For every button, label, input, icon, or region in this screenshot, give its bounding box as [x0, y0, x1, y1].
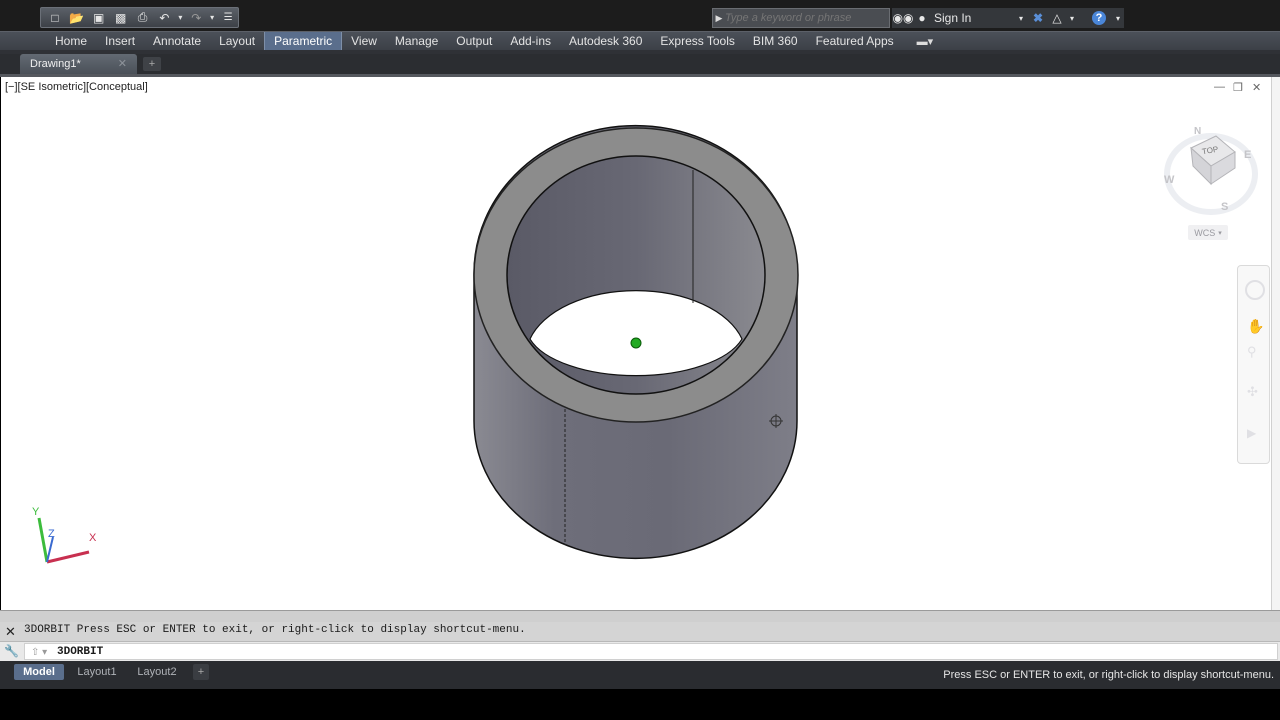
command-line: 🔧 ⇧ ▾ 3DORBIT — [0, 641, 1280, 661]
binoculars-icon[interactable]: ◉◉ — [892, 8, 914, 28]
wcs-menu[interactable]: WCS ▾ — [1188, 225, 1228, 240]
tab-model[interactable]: Model — [14, 664, 64, 680]
file-tab-label: Drawing1* — [30, 58, 81, 70]
showmotion-icon[interactable]: ▶ — [1247, 426, 1256, 440]
chevron-down-icon: ▾ — [1218, 229, 1222, 237]
tab-layout1[interactable]: Layout1 — [72, 664, 122, 680]
expand-arrow-icon[interactable]: ▶ — [713, 13, 725, 24]
tab-featured-apps[interactable]: Featured Apps — [807, 32, 903, 51]
redo-icon[interactable]: ↷ — [186, 10, 206, 26]
orbit-icon[interactable]: ✣ — [1247, 384, 1258, 400]
file-tab-drawing1[interactable]: Drawing1* ✕ — [20, 54, 137, 74]
tab-view[interactable]: View — [342, 32, 386, 51]
wrench-icon[interactable]: 🔧 — [4, 644, 19, 658]
status-message: Press ESC or ENTER to exit, or right-cli… — [943, 669, 1274, 681]
status-bar: Model Layout1 Layout2 + Press ESC or ENT… — [0, 661, 1280, 689]
add-layout-button[interactable]: + — [193, 664, 209, 680]
undo-dropdown-icon[interactable]: ▾ — [176, 10, 184, 26]
customize-icon[interactable]: ☰ — [218, 10, 238, 26]
command-input[interactable]: ⇧ ▾ 3DORBIT — [24, 643, 1278, 660]
drawing-viewport[interactable]: [−][SE Isometric][Conceptual] — ❐ ✕ TOP … — [1, 77, 1271, 610]
recent-commands-icon[interactable]: ⇧ ▾ — [31, 647, 47, 658]
file-tab-bar: Drawing1* ✕ + — [0, 54, 1280, 74]
tab-bim-360[interactable]: BIM 360 — [744, 32, 807, 51]
tab-output[interactable]: Output — [447, 32, 501, 51]
close-icon[interactable]: ✕ — [118, 57, 127, 70]
undo-icon[interactable]: ↶ — [154, 10, 174, 26]
compass-south[interactable]: S — [1221, 201, 1228, 213]
print-icon[interactable]: ⎙ — [133, 10, 153, 26]
zoom-icon[interactable]: ⚲ — [1247, 344, 1257, 360]
help-dropdown-icon[interactable]: ▾ — [1112, 8, 1124, 28]
ribbon-options-icon[interactable]: ▬▾ — [917, 35, 934, 48]
tab-insert[interactable]: Insert — [96, 32, 144, 51]
close-icon[interactable]: ✕ — [5, 624, 16, 640]
help-icon[interactable]: ? — [1086, 8, 1112, 28]
viewcube-ring-icon — [1164, 133, 1258, 215]
save-as-icon[interactable]: ▩ — [111, 10, 131, 26]
command-line-handle[interactable] — [0, 610, 1280, 622]
quick-access-toolbar: □ 📂 ▣ ▩ ⎙ ↶ ▾ ↷ ▾ ☰ — [40, 7, 239, 28]
tab-parametric[interactable]: Parametric — [264, 31, 343, 51]
infocenter-tools: ◉◉ ● Sign In ▾ ✖ △ ▾ ? ▾ — [892, 8, 1124, 28]
search-box: ▶ — [712, 8, 890, 28]
redo-dropdown-icon[interactable]: ▾ — [208, 10, 216, 26]
compass-west[interactable]: W — [1164, 174, 1174, 186]
pan-icon[interactable]: ✋ — [1247, 318, 1264, 335]
save-icon[interactable]: ▣ — [89, 10, 109, 26]
new-tab-button[interactable]: + — [143, 57, 161, 71]
sign-in-dropdown-icon[interactable]: ▾ — [1014, 8, 1028, 28]
autodesk-a360-icon[interactable]: △ — [1048, 8, 1066, 28]
search-input[interactable] — [725, 12, 885, 24]
compass-east[interactable]: E — [1244, 149, 1251, 161]
ucs-z-label: Z — [48, 528, 55, 540]
compass-north[interactable]: N — [1194, 126, 1201, 137]
orbit-center-icon — [630, 337, 642, 349]
sign-in-button[interactable]: Sign In — [930, 8, 1014, 28]
tab-annotate[interactable]: Annotate — [144, 32, 210, 51]
cylinder-model[interactable] — [1, 77, 1271, 610]
ucs-y-label: Y — [32, 506, 40, 518]
tab-express-tools[interactable]: Express Tools — [651, 32, 743, 51]
viewcube[interactable]: TOP N E S W — [1161, 122, 1261, 222]
steering-wheel-icon[interactable] — [1245, 280, 1265, 300]
exchange-apps-icon[interactable]: ✖ — [1028, 8, 1048, 28]
new-icon[interactable]: □ — [45, 10, 65, 26]
tab-add-ins[interactable]: Add-ins — [501, 32, 560, 51]
command-history-text: 3DORBIT Press ESC or ENTER to exit, or r… — [24, 624, 526, 636]
tab-manage[interactable]: Manage — [386, 32, 447, 51]
open-icon[interactable]: 📂 — [67, 10, 87, 26]
ribbon-tab-bar: Home Insert Annotate Layout Parametric View Ma… — [0, 31, 1280, 51]
letterbox-bar — [0, 689, 1280, 720]
command-history: ✕ 3DORBIT Press ESC or ENTER to exit, or… — [0, 622, 1280, 641]
user-icon[interactable]: ● — [914, 8, 930, 28]
tab-autodesk-360[interactable]: Autodesk 360 — [560, 32, 651, 51]
a360-dropdown-icon[interactable]: ▾ — [1066, 8, 1078, 28]
tab-layout[interactable]: Layout — [210, 32, 264, 51]
viewport-scroll-strip — [1271, 77, 1280, 610]
tab-home[interactable]: Home — [46, 32, 96, 51]
application-title-bar: □ 📂 ▣ ▩ ⎙ ↶ ▾ ↷ ▾ ☰ ▶ ◉◉ ● Sign In ▾ ✖ △… — [0, 0, 1280, 31]
command-input-value: 3DORBIT — [57, 646, 104, 658]
wcs-label: WCS — [1194, 227, 1216, 238]
tab-layout2[interactable]: Layout2 — [132, 664, 182, 680]
ucs-x-label: X — [89, 532, 97, 544]
navigation-bar: ✋ ⚲ ✣ ▶ — [1237, 265, 1270, 464]
